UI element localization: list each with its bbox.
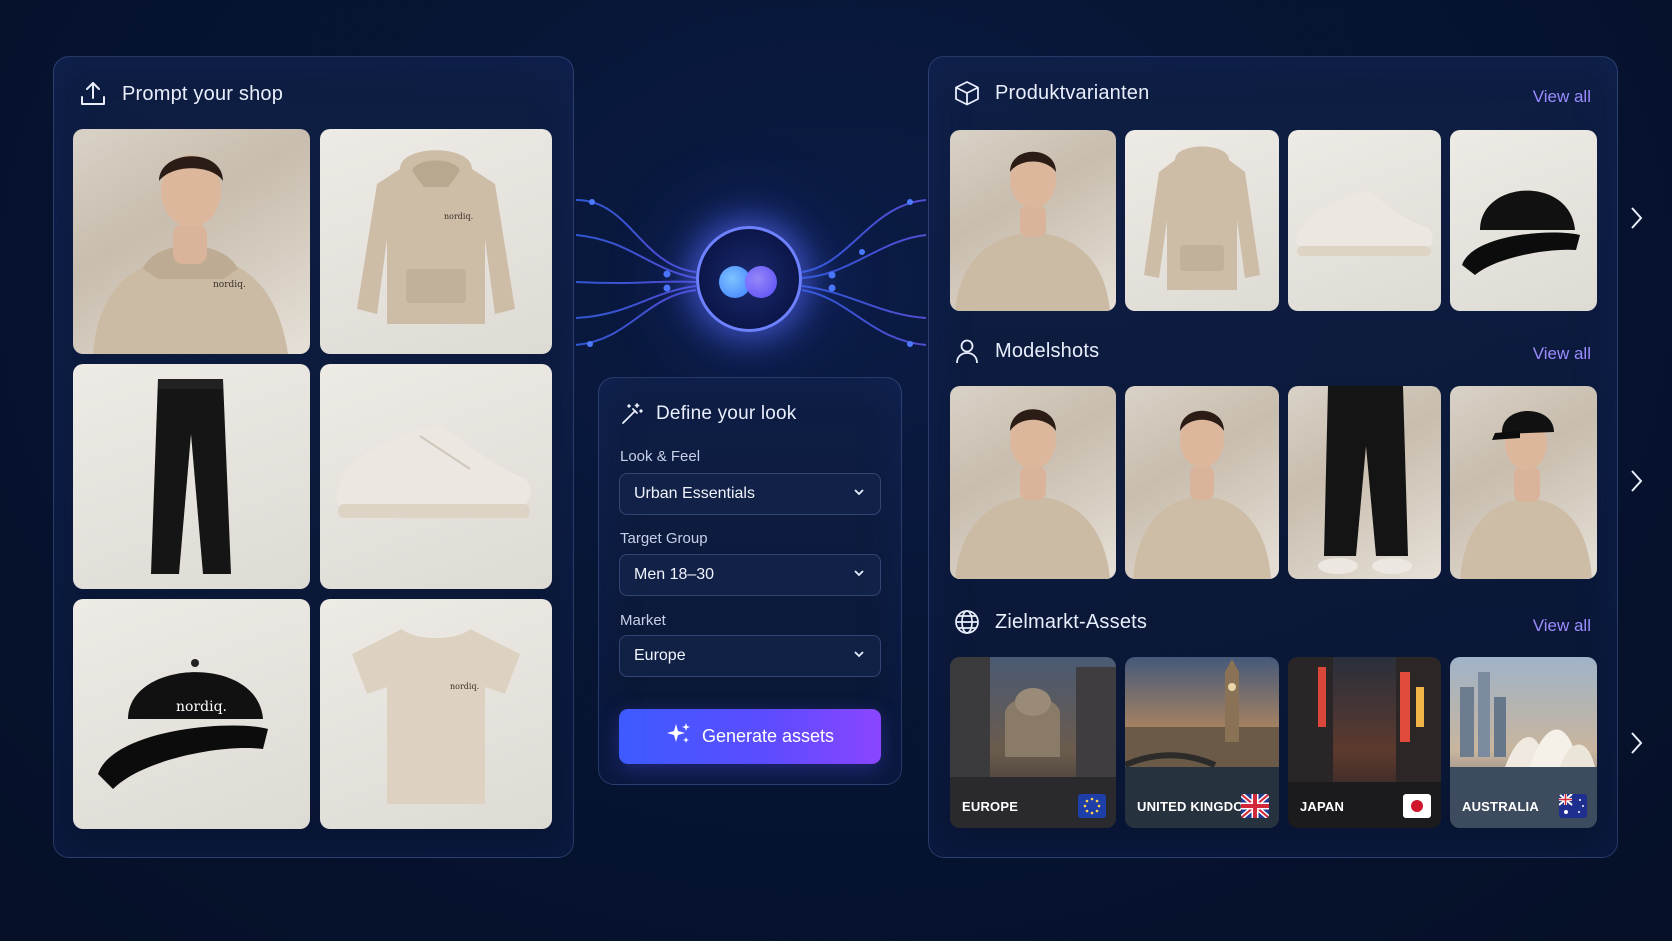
hoodie-image: nordiq.: [357, 150, 515, 324]
australia-flag-icon: [1559, 794, 1587, 818]
market-value: Europe: [634, 647, 686, 664]
prompt-shop-panel: Prompt your shop nordiq. nordiq. nordiq.…: [53, 56, 574, 858]
product-variants-next-chevron-icon[interactable]: [1627, 204, 1645, 232]
market-select[interactable]: Europe: [619, 635, 881, 677]
product-tile-tshirt[interactable]: nordiq.: [320, 599, 552, 829]
modelshot-4-image: [1460, 411, 1592, 579]
uk-flag-icon: [1241, 794, 1269, 818]
results-panel: Produktvarianten View all Modelshots Vie…: [928, 56, 1643, 858]
prompt-shop-header: Prompt your shop: [78, 79, 283, 109]
target-group-select[interactable]: Men 18–30: [619, 554, 881, 596]
target-group-value: Men 18–30: [634, 566, 715, 583]
cap-image: nordiq.: [98, 659, 268, 789]
define-look-title: Define your look: [656, 403, 797, 424]
variant-model-image: [955, 151, 1110, 311]
market-label: Market: [620, 612, 666, 629]
market-label-japan: JAPAN: [1300, 799, 1345, 814]
product-variants-header: Produktvarianten: [953, 79, 1149, 107]
box-icon: [953, 79, 981, 107]
svg-text:nordiq.: nordiq.: [176, 699, 227, 715]
modelshots-title: Modelshots: [995, 339, 1100, 362]
variant-tile-hoodie[interactable]: [1125, 130, 1279, 311]
upload-icon[interactable]: [78, 79, 108, 109]
market-tile-europe[interactable]: EUROPE: [950, 657, 1116, 828]
prompt-shop-title: Prompt your shop: [122, 82, 284, 105]
magic-wand-icon: [620, 402, 644, 426]
chevron-down-icon: [852, 566, 866, 585]
chevron-down-icon: [852, 485, 866, 504]
variant-tile-model-hoodie[interactable]: [950, 130, 1116, 311]
modelshot-3-image: [1318, 386, 1412, 574]
define-look-panel: Define your look Look & Feel Urban Essen…: [598, 377, 902, 785]
globe-icon: [953, 608, 981, 636]
eu-flag-icon: [1078, 794, 1106, 818]
svg-text:nordiq.: nordiq.: [213, 280, 246, 290]
user-icon: [953, 337, 981, 365]
orb-dot-violet: [745, 266, 777, 298]
sparkle-icon: [666, 721, 692, 752]
modelshots-header: Modelshots: [953, 337, 1099, 365]
product-tile-cap[interactable]: nordiq.: [73, 599, 310, 829]
trousers-image: [151, 379, 231, 574]
modelshot-2-image: [1133, 410, 1271, 579]
look-feel-label: Look & Feel: [620, 448, 701, 465]
look-feel-value: Urban Essentials: [634, 485, 755, 502]
svg-text:nordiq.: nordiq.: [444, 212, 473, 221]
look-feel-select[interactable]: Urban Essentials: [619, 473, 881, 515]
sneaker-image: [336, 424, 531, 518]
ai-orb: [696, 226, 802, 332]
modelshot-1-image: [955, 409, 1110, 579]
modelshot-tile-4[interactable]: [1450, 386, 1597, 579]
market-label-australia: AUSTRALIA: [1462, 799, 1539, 814]
tshirt-image: nordiq.: [352, 629, 520, 804]
target-market-view-all[interactable]: View all: [1533, 616, 1591, 636]
modelshot-tile-1[interactable]: [950, 386, 1116, 579]
product-tile-hoodie[interactable]: nordiq.: [320, 129, 552, 354]
model-hoodie-image: nordiq.: [93, 155, 288, 354]
orb-dot-blue: [719, 266, 751, 298]
market-label-europe: EUROPE: [962, 799, 1019, 814]
product-tile-sneaker[interactable]: [320, 364, 552, 589]
variant-sneaker-image: [1296, 190, 1433, 256]
product-variants-view-all[interactable]: View all: [1533, 87, 1591, 107]
generate-assets-label: Generate assets: [701, 726, 835, 746]
japan-flag-icon: [1403, 794, 1431, 818]
modelshots-view-all[interactable]: View all: [1533, 344, 1591, 364]
target-market-next-chevron-icon[interactable]: [1627, 729, 1645, 757]
target-market-title: Zielmarkt-Assets: [995, 610, 1148, 633]
market-label-uk: UNITED KINGDOM: [1137, 799, 1255, 814]
variant-hoodie-image: [1144, 146, 1260, 290]
target-group-label: Target Group: [620, 530, 708, 547]
product-tile-model-hoodie[interactable]: nordiq.: [73, 129, 310, 354]
market-tile-australia[interactable]: AUSTRALIA: [1450, 657, 1597, 828]
modelshots-next-chevron-icon[interactable]: [1627, 467, 1645, 495]
modelshot-tile-3[interactable]: [1288, 386, 1441, 579]
market-tile-uk[interactable]: UNITED KINGDOM: [1125, 657, 1279, 828]
chevron-down-icon: [852, 647, 866, 666]
define-look-header: Define your look: [620, 402, 797, 426]
product-variants-title: Produktvarianten: [995, 81, 1150, 104]
market-tile-japan[interactable]: JAPAN: [1288, 657, 1441, 828]
variant-tile-cap[interactable]: [1450, 130, 1597, 311]
product-tile-trousers[interactable]: [73, 364, 310, 589]
target-market-header: Zielmarkt-Assets: [953, 608, 1147, 636]
variant-cap-image: [1462, 190, 1580, 275]
variant-tile-sneaker[interactable]: [1288, 130, 1441, 311]
generate-assets-button[interactable]: Generate assets: [619, 709, 881, 764]
modelshot-tile-2[interactable]: [1125, 386, 1279, 579]
svg-text:nordiq.: nordiq.: [450, 682, 479, 691]
